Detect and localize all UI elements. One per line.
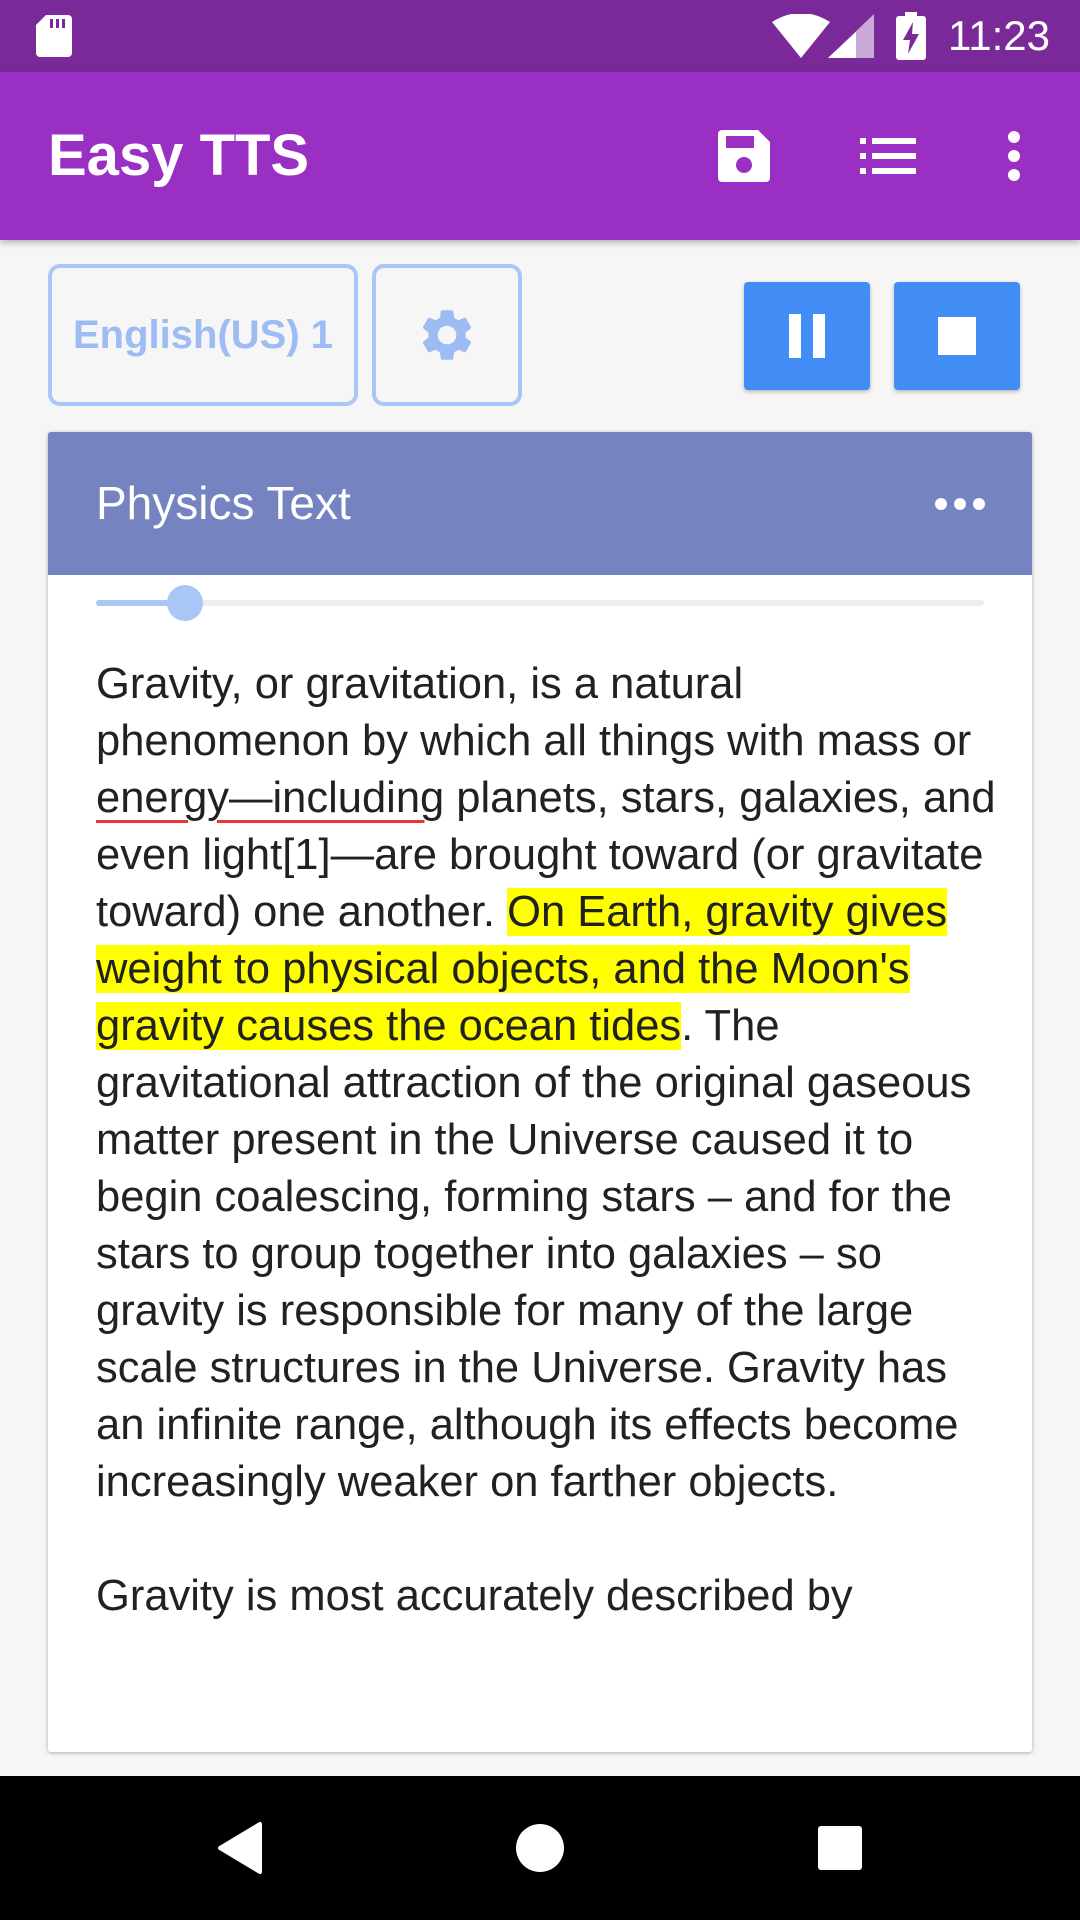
home-circle-icon: [516, 1824, 564, 1872]
stop-icon: [938, 317, 976, 355]
gear-icon: [422, 310, 472, 360]
card-more-button[interactable]: [920, 468, 1000, 540]
back-triangle-icon: [218, 1822, 262, 1874]
save-button[interactable]: [700, 112, 788, 200]
settings-button[interactable]: [372, 264, 522, 406]
back-button[interactable]: [204, 1812, 276, 1884]
overflow-menu-button[interactable]: [970, 112, 1058, 200]
app-bar: Easy TTS: [0, 72, 1080, 240]
status-bar: 11:23: [0, 0, 1080, 72]
progress-thumb[interactable]: [166, 585, 203, 621]
document-card: Physics Text Gravity, or gravitation, is…: [48, 432, 1032, 1752]
navigation-bar: [0, 1776, 1080, 1920]
list-icon: [860, 138, 916, 174]
playback-progress-slider[interactable]: [96, 585, 984, 621]
pause-button[interactable]: [744, 282, 870, 390]
paragraph-2: Gravity is most accurately described by: [96, 1572, 853, 1620]
more-vert-icon: [1008, 131, 1020, 181]
wifi-icon: [772, 14, 830, 58]
text-segment: Gravity, or gravitation, is a natural ph…: [96, 660, 972, 765]
language-label: English(US) 1: [72, 312, 334, 357]
paragraph-1: Gravity, or gravitation, is a natural ph…: [96, 656, 996, 1511]
status-time: 11:23: [948, 12, 1050, 59]
card-header: Physics Text: [48, 432, 1032, 575]
battery-charging-icon: [896, 12, 926, 60]
pause-icon: [789, 314, 825, 358]
recents-button[interactable]: [804, 1812, 876, 1884]
signal-icon: [828, 14, 874, 58]
sd-card-icon: [36, 15, 72, 57]
card-title: Physics Text: [96, 477, 351, 529]
app-title: Easy TTS: [48, 123, 310, 188]
document-text[interactable]: Gravity, or gravitation, is a natural ph…: [96, 656, 996, 1682]
spellcheck-word: energy—including: [96, 774, 445, 822]
recents-square-icon: [818, 1826, 862, 1870]
stop-button[interactable]: [894, 282, 1020, 390]
language-button[interactable]: English(US) 1: [48, 264, 358, 406]
text-segment: . The gravitational attraction of the or…: [96, 1002, 972, 1506]
save-icon: [718, 130, 770, 182]
more-horiz-icon: [935, 498, 985, 510]
list-button[interactable]: [844, 112, 932, 200]
home-button[interactable]: [504, 1812, 576, 1884]
